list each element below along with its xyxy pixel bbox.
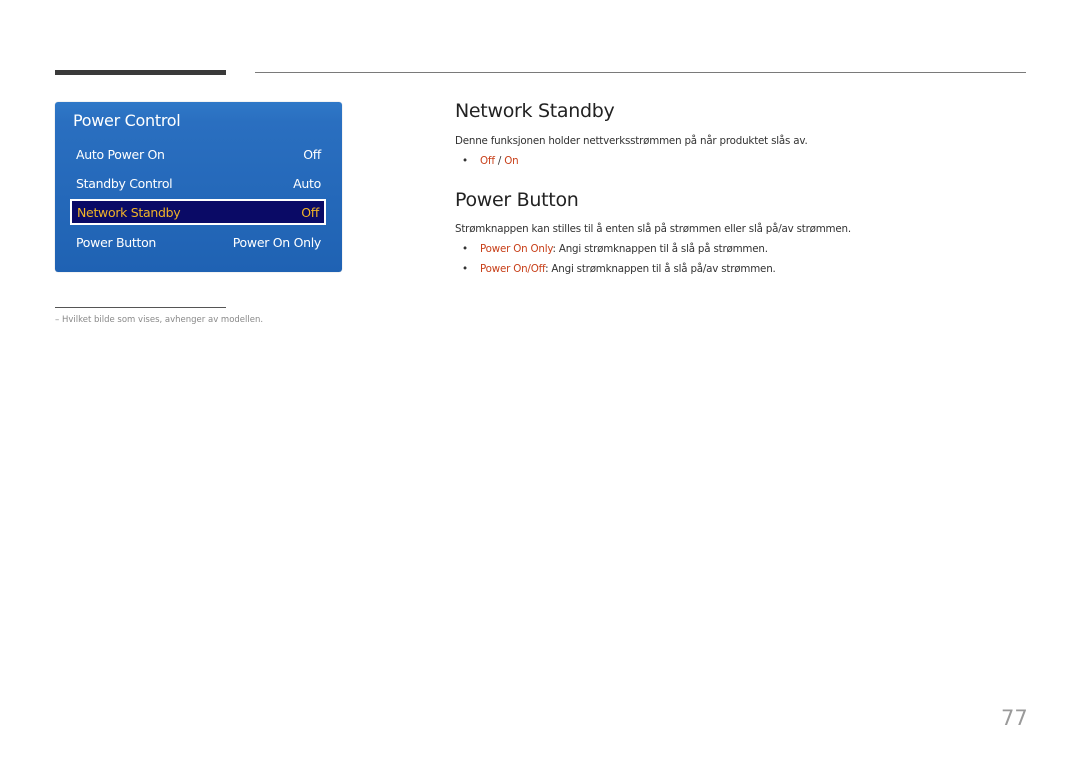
menu-item-label: Auto Power On [76, 146, 165, 162]
menu-item-standby-control[interactable]: Standby Control Auto [71, 170, 326, 196]
section-heading-network-standby: Network Standby [455, 100, 615, 122]
bullet-text: : Angi strømknappen til å slå på/av strø… [545, 263, 776, 275]
menu-title: Power Control [73, 111, 181, 130]
section-description: Strømknappen kan stilles til å enten slå… [455, 223, 851, 235]
page-number: 77 [1001, 706, 1028, 730]
bullet-icon: • [462, 243, 468, 255]
menu-item-value: Auto [293, 175, 321, 191]
section-heading-power-button: Power Button [455, 189, 579, 211]
menu-item-power-button[interactable]: Power Button Power On Only [71, 229, 326, 255]
menu-item-value: Off [301, 204, 319, 220]
menu-item-value: Off [303, 146, 321, 162]
option-on: On [504, 155, 519, 167]
bullet-icon: • [462, 155, 468, 167]
option-separator: / [494, 155, 505, 167]
bullet-item: • Off / On [462, 155, 519, 167]
bullet-item: • Power On Only: Angi strømknappen til å … [462, 243, 768, 255]
menu-item-label: Standby Control [76, 175, 173, 191]
header-rule-thick [55, 70, 226, 75]
footnote: – Hvilket bilde som vises, avhenger av m… [55, 315, 264, 325]
option-off: Off [480, 155, 495, 167]
footnote-divider [55, 307, 226, 308]
menu-item-value: Power On Only [232, 234, 322, 250]
header-rule-thin [255, 72, 1026, 73]
bullet-term: Power On Only [480, 243, 553, 255]
menu-item-label: Network Standby [77, 204, 181, 220]
bullet-item: • Power On/Off: Angi strømknappen til å s… [462, 263, 776, 275]
menu-item-network-standby[interactable]: Network Standby Off [70, 199, 326, 225]
menu-item-label: Power Button [76, 234, 157, 250]
menu-item-auto-power-on[interactable]: Auto Power On Off [71, 141, 326, 167]
bullet-term: Power On/Off [480, 263, 546, 275]
bullet-text: : Angi strømknappen til å slå på strømme… [552, 243, 768, 255]
section-description: Denne funksjonen holder nettverksstrømme… [455, 135, 808, 147]
bullet-icon: • [462, 263, 468, 275]
